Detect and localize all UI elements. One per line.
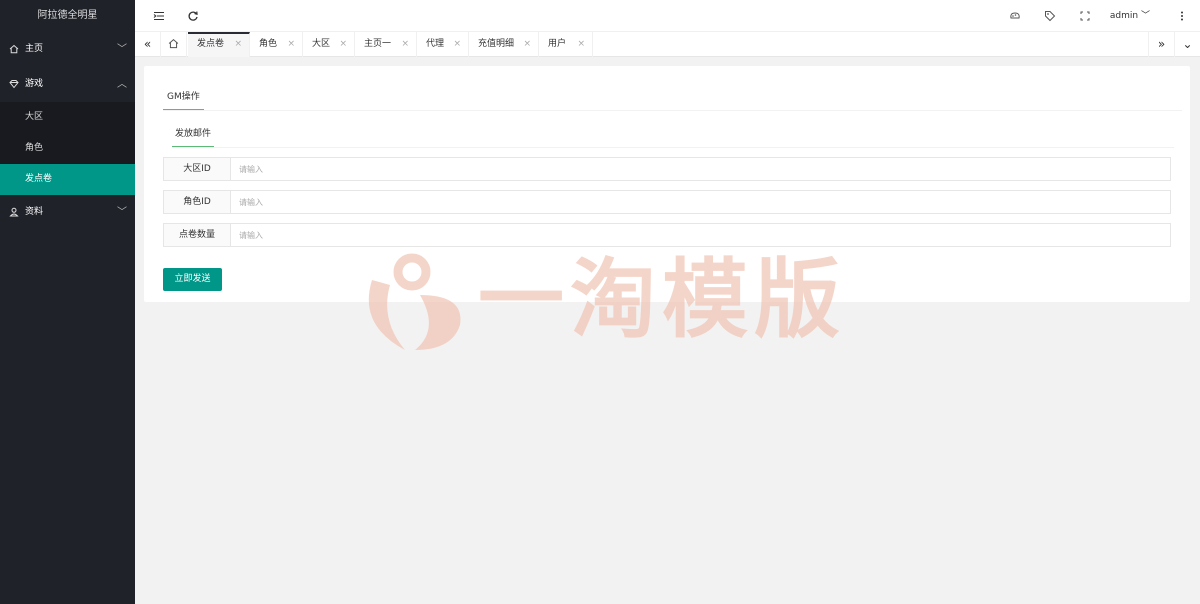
form-card: GM操作 发放邮件 大区ID 角色ID 点卷数量 立即发送 <box>144 66 1190 302</box>
tab-send-mail[interactable]: 发放邮件 <box>172 120 215 148</box>
chevron-up-icon: ︿ <box>117 79 127 90</box>
close-icon[interactable]: × <box>523 32 531 56</box>
role-id-label: 角色ID <box>164 191 231 213</box>
tab-role[interactable]: 角色 × <box>250 32 303 57</box>
tab-label: 主页一 <box>364 39 392 49</box>
close-icon[interactable]: × <box>339 32 347 56</box>
sidebar-item-label: 资料 <box>25 207 44 217</box>
tab-label: 角色 <box>259 39 278 49</box>
chevron-down-icon: ﹀ <box>117 44 127 55</box>
tab-agent[interactable]: 代理 × <box>417 32 469 57</box>
sidebar-subitem-points[interactable]: 发点卷 <box>0 164 135 195</box>
tag-icon[interactable] <box>1038 0 1062 32</box>
tabs-scroll-right-icon[interactable]: » <box>1148 32 1174 57</box>
tabs-scroll-left-icon[interactable]: « <box>135 32 161 57</box>
app-title: 阿拉德全明星 <box>0 0 135 32</box>
theme-icon[interactable] <box>1003 0 1027 32</box>
home-tab-icon[interactable] <box>161 32 187 57</box>
fullscreen-icon[interactable] <box>1073 0 1097 32</box>
sidebar-item-game[interactable]: 游戏 ︿ <box>0 67 135 102</box>
menu-fold-icon[interactable] <box>147 0 171 32</box>
tab-divider <box>172 147 1174 148</box>
top-bar: admin ﹀ <box>135 0 1200 32</box>
main-content: GM操作 发放邮件 大区ID 角色ID 点卷数量 立即发送 <box>135 57 1200 604</box>
close-icon[interactable]: × <box>401 32 409 56</box>
home-icon <box>9 32 19 70</box>
sidebar-item-label: 主页 <box>25 44 44 54</box>
send-now-button[interactable]: 立即发送 <box>163 268 222 291</box>
chevron-down-icon: ﹀ <box>117 207 127 218</box>
sidebar-item-label: 游戏 <box>25 79 44 89</box>
user-menu[interactable]: admin ﹀ <box>1110 0 1150 32</box>
tab-home-one[interactable]: 主页一 × <box>355 32 417 57</box>
username: admin <box>1109 11 1139 21</box>
tab-gm-operation[interactable]: GM操作 <box>163 83 204 111</box>
tab-recharge[interactable]: 充值明细 × <box>469 32 539 57</box>
more-icon[interactable] <box>1170 0 1194 32</box>
tab-divider <box>163 110 1182 111</box>
diamond-icon <box>9 67 19 105</box>
zone-id-input[interactable] <box>232 158 1170 180</box>
tab-label: 用户 <box>548 39 567 49</box>
tabs-menu-chevron-down-icon[interactable]: ⌄ <box>1174 32 1200 57</box>
tab-label: 充值明细 <box>478 39 515 49</box>
points-amount-label: 点卷数量 <box>164 224 231 246</box>
close-icon[interactable]: × <box>453 32 461 56</box>
form-row-points-amount: 点卷数量 <box>163 223 1171 247</box>
user-icon <box>9 195 19 233</box>
tabs-bar: « 发点卷 × 角色 × 大区 × 主页一 × 代理 × 充值明细 × 用户 ×… <box>135 32 1200 57</box>
sidebar-subitem-role[interactable]: 角色 <box>0 133 135 164</box>
tab-label: 大区 <box>312 39 331 49</box>
sidebar: 阿拉德全明星 主页 ﹀ 游戏 ︿ 大区 角色 发点卷 资料 ﹀ <box>0 0 135 604</box>
tab-zone[interactable]: 大区 × <box>303 32 355 57</box>
tab-user[interactable]: 用户 × <box>539 32 593 57</box>
zone-id-label: 大区ID <box>164 158 231 180</box>
sidebar-subitem-zone[interactable]: 大区 <box>0 102 135 133</box>
refresh-icon[interactable] <box>181 0 205 32</box>
sidebar-submenu-game: 大区 角色 发点卷 <box>0 102 135 195</box>
tab-points[interactable]: 发点卷 × <box>188 32 250 57</box>
form-row-zone-id: 大区ID <box>163 157 1171 181</box>
close-icon[interactable]: × <box>287 32 295 56</box>
points-amount-input[interactable] <box>232 224 1170 246</box>
tab-label: 发点卷 <box>197 39 225 49</box>
form-row-role-id: 角色ID <box>163 190 1171 214</box>
role-id-input[interactable] <box>232 191 1170 213</box>
sidebar-item-home[interactable]: 主页 ﹀ <box>0 32 135 67</box>
close-icon[interactable]: × <box>577 32 585 56</box>
sidebar-item-profile[interactable]: 资料 ﹀ <box>0 195 135 230</box>
close-icon[interactable]: × <box>234 34 242 55</box>
tab-label: 代理 <box>426 39 445 49</box>
chevron-down-icon: ﹀ <box>1140 11 1150 21</box>
